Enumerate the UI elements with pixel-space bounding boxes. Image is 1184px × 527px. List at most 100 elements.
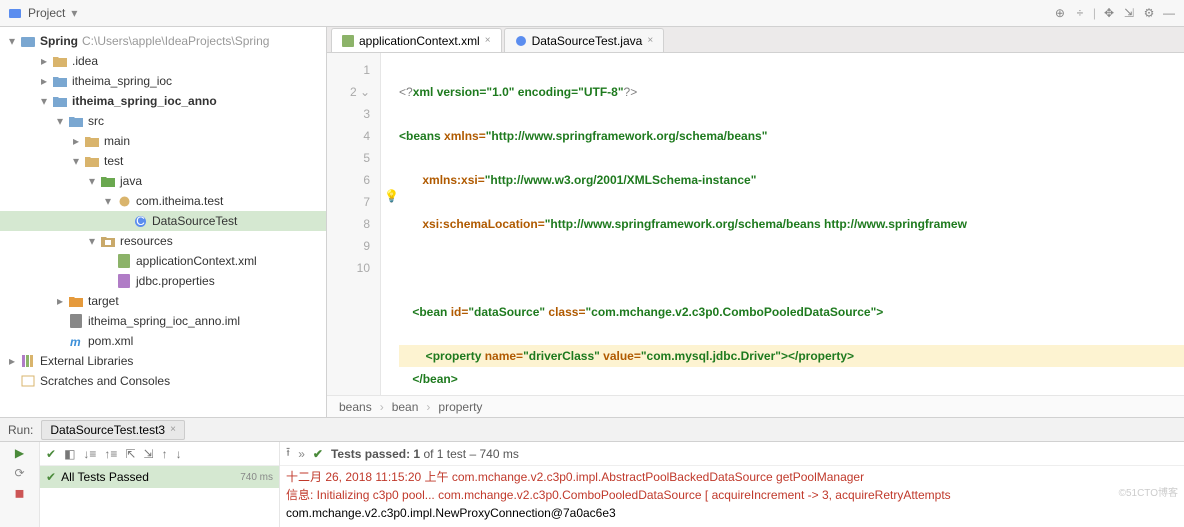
run-tool-bar: Run: DataSourceTest.test3 × [0,417,1184,441]
chevron-icon[interactable]: ▾ [86,234,98,248]
chevron-down-icon[interactable]: ▾ [71,6,77,20]
chevron-icon[interactable]: ▾ [70,154,82,168]
tree-node[interactable]: CDataSourceTest [0,211,326,231]
folder-icon [84,153,100,169]
tab-datasource-test[interactable]: DataSourceTest.java × [504,28,665,52]
hide-icon[interactable]: — [1162,6,1176,20]
console-line: 十二月 26, 2018 11:15:20 上午 com.mchange.v2.… [286,468,1178,486]
lightbulb-icon[interactable]: 💡 [384,189,399,203]
tree-node[interactable]: ▾resources [0,231,326,251]
filter-icon[interactable]: ↑≡ [104,447,117,461]
project-tree[interactable]: ▾ Spring C:\Users\apple\IdeaProjects\Spr… [0,27,326,417]
tree-node[interactable]: mpom.xml [0,331,326,351]
sort-icon[interactable]: ↓≡ [83,447,96,461]
tree-node-label: java [120,174,142,188]
editor-tabs: applicationContext.xml × DataSourceTest.… [327,27,1184,53]
code-area[interactable]: 12 ⌄345678910 <?xml version="1.0" encodi… [327,53,1184,395]
close-icon[interactable]: × [647,35,653,46]
tree-node[interactable]: ▾src [0,111,326,131]
history-icon[interactable]: » [298,447,305,461]
project-folder-icon [20,33,36,49]
close-icon[interactable]: × [485,35,491,46]
chevron-right-icon[interactable]: ▸ [6,354,18,368]
folder-blue-icon [52,93,68,109]
tree-node[interactable]: ▾ com.itheima.test [0,191,326,211]
test-summary: ⭱ » ✔ Tests passed: 1 of 1 test – 740 ms [280,442,1184,466]
console-output[interactable]: 十二月 26, 2018 11:15:20 上午 com.mchange.v2.… [280,466,1184,527]
tree-external-libraries[interactable]: ▸ External Libraries [0,351,326,371]
divide-icon[interactable]: ÷ [1073,6,1087,20]
breadcrumb-item[interactable]: property [438,400,482,414]
debug-icon[interactable]: ⟳ [14,466,24,480]
prev-icon[interactable]: ↑ [162,447,168,461]
test-status-row[interactable]: ✔ All Tests Passed 740 ms [40,466,279,488]
scratches-label: Scratches and Consoles [40,374,170,388]
breadcrumb-item[interactable]: bean [392,400,419,414]
chevron-icon[interactable]: ▸ [70,134,82,148]
run-tab[interactable]: DataSourceTest.test3 × [41,420,185,440]
next-icon[interactable]: ↓ [176,447,182,461]
chevron-icon[interactable]: ▾ [54,114,66,128]
collapse-icon[interactable]: ⊕ [1053,6,1067,20]
external-libraries-label: External Libraries [40,354,133,368]
tests-passed-count: Tests passed: 1 [331,447,420,461]
project-label[interactable]: Project [28,6,65,20]
test-tree-panel: ✔ ◧ ↓≡ ↑≡ ⇱ ⇲ ↑ ↓ ✔ All Tests Passed 740… [40,442,280,527]
tree-node[interactable]: itheima_spring_ioc_anno.iml [0,311,326,331]
tree-root[interactable]: ▾ Spring C:\Users\apple\IdeaProjects\Spr… [0,31,326,51]
locate-icon[interactable]: ✥ [1102,6,1116,20]
console-line: 信息: [286,488,317,502]
tree-node[interactable]: ▸ target [0,291,326,311]
code-token: <? [399,85,413,99]
svg-text:C: C [136,215,145,228]
tree-root-path: C:\Users\apple\IdeaProjects\Spring [82,34,269,48]
run-panel: ▶ ⟳ ◼ ✔ ◧ ↓≡ ↑≡ ⇱ ⇲ ↑ ↓ ✔ All Tests Pass… [0,441,1184,527]
tree-node[interactable]: ▾itheima_spring_ioc_anno [0,91,326,111]
tree-node-label: test [104,154,123,168]
package-icon [116,193,132,209]
chevron-down-icon[interactable]: ▾ [6,34,18,48]
folder-blue-icon [68,113,84,129]
chevron-icon[interactable]: ▾ [86,174,98,188]
stop-icon[interactable]: ◼ [15,486,25,500]
expand-icon[interactable]: ⇱ [125,447,135,461]
chevron-icon[interactable]: ▸ [38,74,50,88]
tree-node[interactable]: ▾ java [0,171,326,191]
close-icon[interactable]: × [170,424,176,435]
breadcrumb-item[interactable]: beans [339,400,372,414]
tab-label: applicationContext.xml [359,34,480,48]
layers-icon[interactable]: ◧ [64,447,75,461]
breadcrumb[interactable]: beans › bean › property [327,395,1184,417]
tree-node-label: applicationContext.xml [136,254,257,268]
maven-icon: m [68,333,84,349]
collapse-all-icon[interactable]: ⇲ [1122,6,1136,20]
svg-text:m: m [70,335,81,348]
xml-icon [342,35,354,47]
tree-node[interactable]: ▸main [0,131,326,151]
export-icon[interactable]: ⭱ [286,443,290,464]
folder-icon [84,133,100,149]
chevron-icon[interactable]: ▾ [38,94,50,108]
tree-node-label: com.itheima.test [136,194,223,208]
chevron-icon[interactable]: ▾ [102,194,114,208]
play-icon[interactable]: ▶ [15,446,24,460]
tree-node[interactable]: jdbc.properties [0,271,326,291]
check-icon[interactable]: ✔ [46,447,56,461]
gutter: 12 ⌄345678910 [327,53,381,395]
chevron-icon[interactable]: ▸ [54,294,66,308]
chevron-icon[interactable]: ▸ [38,54,50,68]
gear-icon[interactable]: ⚙ [1142,6,1156,20]
code-content[interactable]: <?xml version="1.0" encoding="UTF-8"?> <… [381,53,1184,395]
tab-application-context[interactable]: applicationContext.xml × [331,28,502,52]
tab-label: DataSourceTest.java [532,34,643,48]
tree-node[interactable]: ▾ test [0,151,326,171]
tree-node[interactable]: applicationContext.xml [0,251,326,271]
tree-scratches[interactable]: Scratches and Consoles [0,371,326,391]
tree-node[interactable]: ▸itheima_spring_ioc [0,71,326,91]
tree-node[interactable]: ▸.idea [0,51,326,71]
scratches-icon [20,373,36,389]
run-tab-label: DataSourceTest.test3 [50,423,165,437]
tree-node-label: target [88,294,119,308]
test-status-time: 740 ms [240,472,273,483]
collapse-icon[interactable]: ⇲ [144,447,154,461]
